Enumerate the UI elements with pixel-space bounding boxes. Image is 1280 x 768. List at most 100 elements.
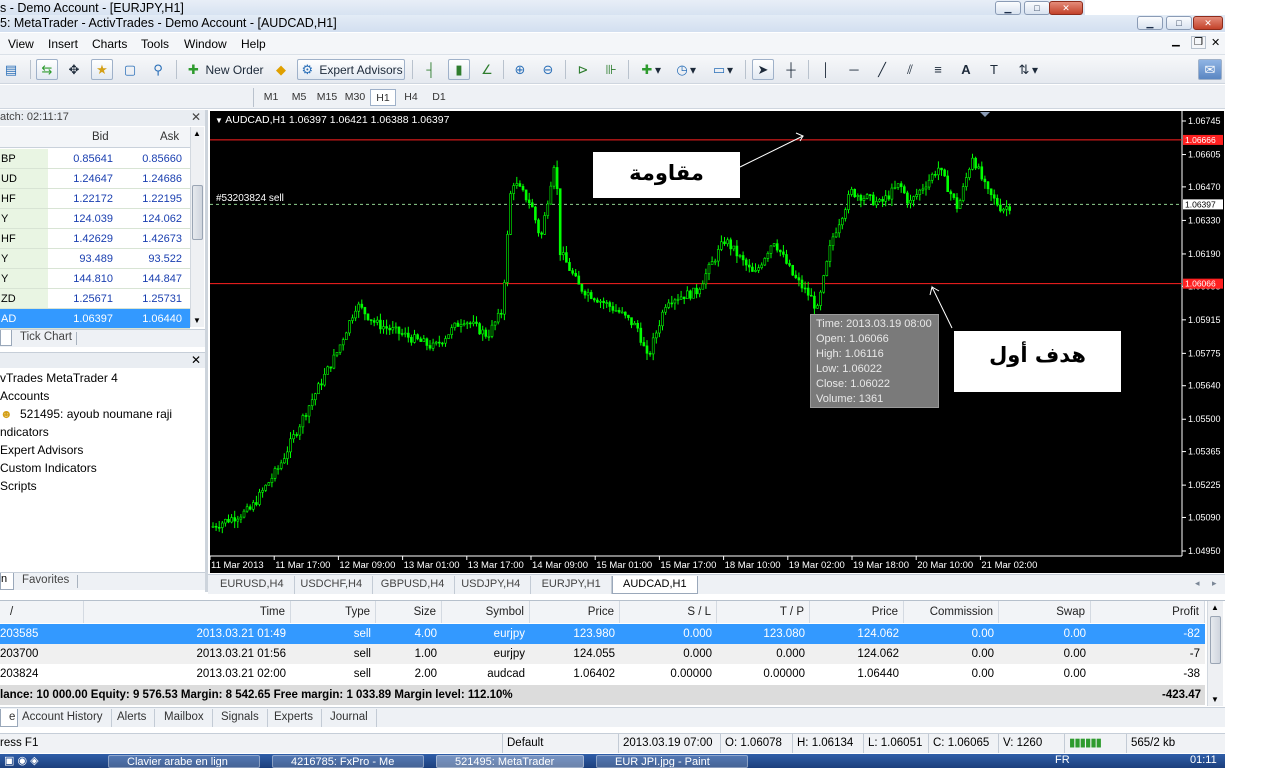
zoom-in-icon[interactable]: ⊕ xyxy=(509,59,531,80)
market-watch-row[interactable]: Y 93.489 93.522 xyxy=(0,249,190,269)
nav-indicators[interactable]: ndicators xyxy=(0,425,49,439)
chat-icon[interactable]: ✉ xyxy=(1198,59,1222,80)
task-metatrader[interactable]: 521495: MetaTrader xyxy=(436,755,584,768)
templates-dropdown-icon[interactable]: ▭ ▾ xyxy=(706,59,738,80)
vertical-line-icon[interactable]: │ xyxy=(815,59,837,80)
tabs-scroll-left-icon[interactable]: ◂ xyxy=(1195,578,1200,589)
column-bid[interactable]: Bid xyxy=(92,131,109,143)
terminal-column-header[interactable]: Profit xyxy=(1091,601,1205,623)
menu-window[interactable]: Window xyxy=(184,37,227,51)
target-annotation[interactable]: هدف أول xyxy=(954,331,1121,392)
menu-insert[interactable]: Insert xyxy=(48,37,78,51)
data-window-icon[interactable]: ✥ xyxy=(63,59,85,80)
market-watch-row[interactable]: Y 124.039 124.062 xyxy=(0,209,190,229)
tab-journal[interactable]: Journal xyxy=(322,709,377,727)
quicklaunch-icons[interactable]: ▣ ◉ ◈ xyxy=(4,754,39,767)
strategy-tester-icon[interactable]: ⚲ xyxy=(147,59,169,80)
terminal-icon[interactable]: ▢ xyxy=(119,59,141,80)
trendline-icon[interactable]: ╱ xyxy=(871,59,893,80)
terminal-column-header[interactable]: Price xyxy=(810,601,904,623)
chart-tab[interactable]: AUDCAD,H1 xyxy=(612,576,698,594)
tab-tick-chart[interactable]: Tick Chart xyxy=(20,331,72,343)
menu-help[interactable]: Help xyxy=(241,37,266,51)
menu-view[interactable]: View xyxy=(8,37,34,51)
tab-favorites[interactable]: Favorites xyxy=(22,574,69,586)
menu-charts[interactable]: Charts xyxy=(92,37,127,51)
timeframe-h1[interactable]: H1 xyxy=(370,89,396,106)
close-button[interactable]: ✕ xyxy=(1193,16,1223,30)
terminal-order-row[interactable]: 203700 2013.03.21 01:56 sell 1.00 eurjpy 124.… xyxy=(0,644,1205,664)
chart-tab[interactable]: EURUSD,H4 xyxy=(210,576,295,594)
terminal-column-header[interactable]: Symbol xyxy=(442,601,530,623)
cursor-icon[interactable]: ➤ xyxy=(752,59,774,80)
nav-custom-indicators[interactable]: Custom Indicators xyxy=(0,461,97,475)
nav-root[interactable]: vTrades MetaTrader 4 xyxy=(0,371,118,385)
resistance-annotation[interactable]: مقاومة xyxy=(593,152,740,198)
terminal-column-header[interactable]: Type xyxy=(291,601,376,623)
expert-advisors-button[interactable]: ⚙ Expert Advisors xyxy=(297,59,405,80)
market-watch-row[interactable]: Y 144.810 144.847 xyxy=(0,269,190,289)
market-watch-row[interactable]: UD 1.24647 1.24686 xyxy=(0,169,190,189)
metaeditor-icon[interactable]: ◆ xyxy=(270,59,292,80)
tabs-scroll-right-icon[interactable]: ▸ xyxy=(1212,578,1217,589)
maximize-button[interactable]: □ xyxy=(1166,16,1192,30)
terminal-scroll-down-icon[interactable]: ▼ xyxy=(1211,695,1219,704)
fibonacci-icon[interactable]: ≡ xyxy=(927,59,949,80)
terminal-scroll-up-icon[interactable]: ▲ xyxy=(1211,603,1219,612)
equidistant-channel-icon[interactable]: ⫽ xyxy=(899,59,921,80)
text-label-icon[interactable]: T xyxy=(983,59,1005,80)
terminal-column-header[interactable]: Commission xyxy=(904,601,999,623)
terminal-column-header[interactable]: S / L xyxy=(620,601,717,623)
outer-maximize-button[interactable]: □ xyxy=(1024,1,1050,15)
market-watch-row[interactable]: HF 1.22172 1.22195 xyxy=(0,189,190,209)
nav-expert-advisors[interactable]: Expert Advisors xyxy=(0,443,83,457)
tab-alerts[interactable]: Alerts xyxy=(109,709,156,727)
terminal-column-header[interactable]: / xyxy=(0,601,84,623)
chart-tab[interactable]: USDCHF,H4 xyxy=(290,576,374,594)
market-watch-row[interactable]: HF 1.42629 1.42673 xyxy=(0,229,190,249)
market-watch-scrollbar[interactable]: ▲ ▼ xyxy=(190,127,204,327)
chart-shift-icon[interactable]: ⊪ xyxy=(600,59,622,80)
scroll-down-icon[interactable]: ▼ xyxy=(193,316,201,325)
task-paint[interactable]: EUR JPI.jpg - Paint xyxy=(596,755,748,768)
terminal-scrollbar[interactable]: ▲ ▼ xyxy=(1207,601,1223,706)
chart-tab[interactable]: USDJPY,H4 xyxy=(451,576,532,594)
mdi-close-icon[interactable]: ✕ xyxy=(1211,36,1220,49)
timeframe-m1[interactable]: M1 xyxy=(258,89,284,106)
terminal-scroll-thumb[interactable] xyxy=(1210,616,1221,664)
outer-close-button[interactable]: ✕ xyxy=(1049,1,1083,15)
market-watch-close-icon[interactable]: ✕ xyxy=(191,110,201,125)
timeframe-m15[interactable]: M15 xyxy=(314,89,340,106)
timeframe-d1[interactable]: D1 xyxy=(426,89,452,106)
terminal-column-header[interactable]: Swap xyxy=(999,601,1091,623)
terminal-column-header[interactable]: Price xyxy=(530,601,620,623)
bar-chart-icon[interactable]: ┤ xyxy=(420,59,442,80)
navigator-icon[interactable]: ★ xyxy=(91,59,113,80)
periods-dropdown-icon[interactable]: ◷ ▾ xyxy=(670,59,700,80)
market-watch-row[interactable]: AD 1.06397 1.06440 xyxy=(0,309,190,329)
minimize-button[interactable]: ▁ xyxy=(1137,16,1163,30)
text-icon[interactable]: A xyxy=(955,59,977,80)
outer-minimize-button[interactable]: ▁ xyxy=(995,1,1021,15)
tab-common[interactable]: n xyxy=(0,573,14,590)
tab-experts[interactable]: Experts xyxy=(266,709,322,727)
timeframe-m5[interactable]: M5 xyxy=(286,89,312,106)
nav-account-item[interactable]: ☻ 521495: ayoub noumane raji xyxy=(0,407,172,421)
task-fxpro[interactable]: 4216785: FxPro - Me xyxy=(272,755,424,768)
crosshair-icon[interactable]: ┼ xyxy=(780,59,802,80)
timeframe-m30[interactable]: M30 xyxy=(342,89,368,106)
new-chart-icon[interactable]: ▤ xyxy=(0,59,22,80)
column-ask[interactable]: Ask xyxy=(160,131,179,143)
market-watch-row[interactable]: ZD 1.25671 1.25731 xyxy=(0,289,190,309)
navigator-close-icon[interactable]: ✕ xyxy=(191,353,201,367)
price-chart[interactable]: 1.06745 1.06605 1.06470 1.06330 1.06190 1.060… xyxy=(210,111,1224,573)
market-watch-icon[interactable]: ⇆ xyxy=(36,59,58,80)
candlestick-icon[interactable]: ▮ xyxy=(448,59,470,80)
terminal-order-row[interactable]: 203824 2013.03.21 02:00 sell 2.00 audcad 1.06… xyxy=(0,664,1205,684)
terminal-order-row[interactable]: 203585 2013.03.21 01:49 sell 4.00 eurjpy 123.… xyxy=(0,624,1205,644)
new-order-button[interactable]: ✚ New Order xyxy=(182,59,267,80)
terminal-column-header[interactable]: Size xyxy=(376,601,442,623)
scroll-up-icon[interactable]: ▲ xyxy=(193,129,201,138)
tab-symbols[interactable] xyxy=(0,330,12,346)
language-indicator[interactable]: FR xyxy=(1055,754,1070,766)
